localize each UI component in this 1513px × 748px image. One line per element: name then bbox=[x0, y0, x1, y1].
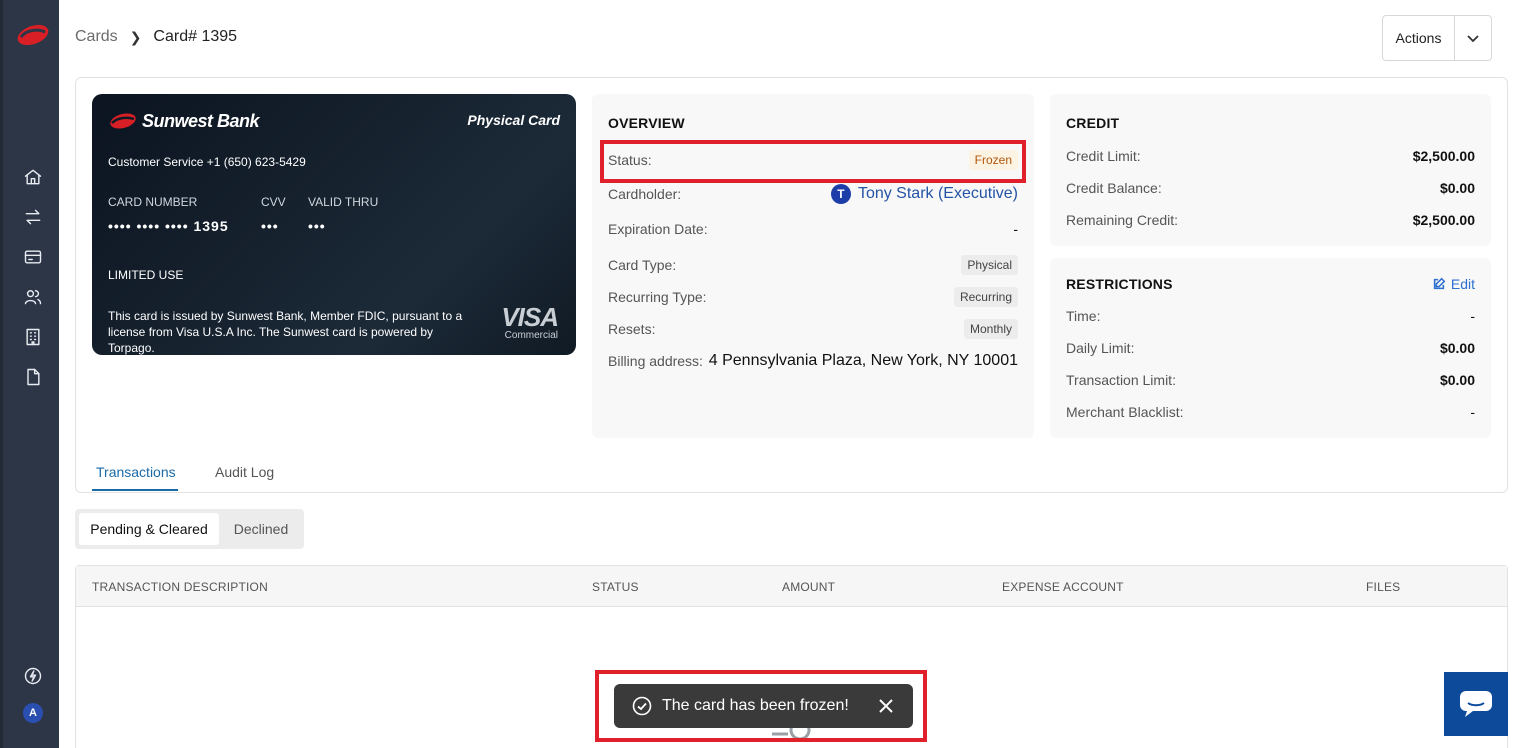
card-number-label: CARD NUMBER bbox=[108, 195, 198, 209]
restrictions-section: RESTRICTIONS Edit Time: - Daily Limit: $… bbox=[1050, 258, 1491, 438]
column-amount[interactable]: AMOUNT bbox=[782, 580, 835, 594]
table-header: TRANSACTION DESCRIPTION STATUS AMOUNT EX… bbox=[76, 566, 1507, 607]
toast-highlight bbox=[595, 670, 927, 742]
breadcrumb-cards-link[interactable]: Cards bbox=[75, 28, 118, 46]
bank-name: Sunwest Bank bbox=[142, 110, 260, 131]
credit-limit-value: $2,500.00 bbox=[1412, 148, 1475, 164]
valid-thru-label: VALID THRU bbox=[308, 195, 379, 209]
card-legal-text: This card is issued by Sunwest Bank, Mem… bbox=[108, 309, 463, 355]
visa-mark: VISA bbox=[501, 302, 559, 332]
user-avatar[interactable]: A bbox=[23, 703, 43, 723]
customer-service: Customer Service +1 (650) 623-5429 bbox=[108, 155, 306, 169]
chat-support-button[interactable] bbox=[1444, 672, 1508, 736]
card-type-row: Card Type: Physical bbox=[608, 255, 1018, 275]
visa-logo: VISA Commercial bbox=[501, 302, 559, 341]
credit-balance-row: Credit Balance: $0.00 bbox=[1066, 180, 1475, 196]
credit-section: CREDIT Credit Limit: $2,500.00 Credit Ba… bbox=[1050, 94, 1491, 246]
credit-balance-label: Credit Balance: bbox=[1066, 180, 1162, 196]
cardholder-label: Cardholder: bbox=[608, 186, 682, 202]
recurring-badge: Recurring bbox=[953, 287, 1018, 307]
card-number-value: •••• •••• •••• 1395 bbox=[108, 218, 229, 234]
transaction-limit-value: $0.00 bbox=[1439, 372, 1475, 388]
actions-dropdown[interactable]: Actions bbox=[1382, 15, 1492, 61]
daily-limit-label: Daily Limit: bbox=[1066, 340, 1135, 356]
time-label: Time: bbox=[1066, 308, 1101, 324]
merchant-blacklist-value: - bbox=[1470, 404, 1475, 420]
column-expense-account[interactable]: EXPENSE ACCOUNT bbox=[1002, 580, 1124, 594]
restrictions-title: RESTRICTIONS bbox=[1066, 276, 1173, 292]
users-icon[interactable] bbox=[22, 286, 44, 308]
chevron-right-icon: ❯ bbox=[129, 28, 142, 45]
edit-restrictions-button[interactable]: Edit bbox=[1432, 276, 1475, 292]
chat-icon bbox=[1460, 691, 1492, 717]
transaction-limit-row: Transaction Limit: $0.00 bbox=[1066, 372, 1475, 388]
cvv-value: ••• bbox=[261, 218, 279, 234]
document-icon[interactable] bbox=[22, 366, 44, 388]
usage-label: LIMITED USE bbox=[108, 268, 184, 282]
card-icon[interactable] bbox=[22, 246, 44, 268]
remaining-credit-row: Remaining Credit: $2,500.00 bbox=[1066, 212, 1475, 228]
page-title: Card# 1395 bbox=[153, 28, 238, 45]
tab-audit-log[interactable]: Audit Log bbox=[215, 464, 274, 480]
sunwest-logo-icon bbox=[110, 113, 136, 129]
merchant-blacklist-row: Merchant Blacklist: - bbox=[1066, 404, 1475, 420]
credit-limit-label: Credit Limit: bbox=[1066, 148, 1141, 164]
cardholder-name[interactable]: Tony Stark (Executive) bbox=[858, 185, 1018, 203]
home-icon[interactable] bbox=[22, 166, 44, 188]
sidebar: A bbox=[0, 0, 59, 748]
edit-icon bbox=[1433, 277, 1446, 290]
column-files[interactable]: FILES bbox=[1366, 580, 1400, 594]
card-image: Sunwest Bank Physical Card Customer Serv… bbox=[92, 94, 576, 355]
time-value: - bbox=[1470, 308, 1475, 324]
breadcrumb: Cards ❯ Card# 1395 bbox=[75, 28, 237, 46]
billing-row: Billing address: 4 Pennsylvania Plaza, N… bbox=[608, 352, 1018, 370]
filter-declined[interactable]: Declined bbox=[221, 513, 301, 545]
expiration-value: - bbox=[1013, 221, 1018, 237]
overview-title: OVERVIEW bbox=[608, 115, 685, 131]
cardholder-avatar: T bbox=[830, 184, 851, 204]
active-tab-indicator bbox=[92, 489, 178, 491]
time-row: Time: - bbox=[1066, 308, 1475, 324]
tab-transactions[interactable]: Transactions bbox=[96, 464, 176, 480]
credit-balance-value: $0.00 bbox=[1439, 180, 1475, 196]
credit-title: CREDIT bbox=[1066, 115, 1120, 131]
billing-value: 4 Pennsylvania Plaza, New York, NY 10001 bbox=[708, 352, 1018, 369]
column-description[interactable]: TRANSACTION DESCRIPTION bbox=[92, 580, 268, 594]
card-kind: Physical Card bbox=[467, 112, 560, 128]
edit-label[interactable]: Edit bbox=[1451, 276, 1475, 292]
filter-pending-cleared[interactable]: Pending & Cleared bbox=[79, 513, 219, 545]
resets-row: Resets: Monthly bbox=[608, 319, 1018, 339]
daily-limit-row: Daily Limit: $0.00 bbox=[1066, 340, 1475, 356]
actions-button[interactable]: Actions bbox=[1383, 16, 1455, 60]
daily-limit-value: $0.00 bbox=[1439, 340, 1475, 356]
status-highlight bbox=[600, 140, 1026, 183]
card-type-badge: Physical bbox=[961, 255, 1018, 275]
column-status[interactable]: STATUS bbox=[592, 580, 639, 594]
expiration-label: Expiration Date: bbox=[608, 221, 708, 237]
billing-label: Billing address: bbox=[608, 353, 703, 369]
visa-commercial: Commercial bbox=[504, 330, 558, 341]
card-type-label: Card Type: bbox=[608, 257, 677, 273]
transaction-limit-label: Transaction Limit: bbox=[1066, 372, 1176, 388]
chevron-down-icon[interactable] bbox=[1455, 16, 1491, 60]
resets-label: Resets: bbox=[608, 321, 656, 337]
transaction-filter-toggle: Pending & Cleared Declined bbox=[75, 509, 304, 549]
cardholder-link[interactable]: T Tony Stark (Executive) bbox=[830, 184, 1018, 204]
credit-limit-row: Credit Limit: $2,500.00 bbox=[1066, 148, 1475, 164]
resets-badge: Monthly bbox=[963, 319, 1018, 339]
cardholder-row: Cardholder: T Tony Stark (Executive) bbox=[608, 184, 1018, 204]
recurring-row: Recurring Type: Recurring bbox=[608, 287, 1018, 307]
remaining-credit-value: $2,500.00 bbox=[1412, 212, 1475, 228]
recurring-label: Recurring Type: bbox=[608, 289, 707, 305]
lightning-icon[interactable] bbox=[22, 665, 44, 687]
merchant-blacklist-label: Merchant Blacklist: bbox=[1066, 404, 1184, 420]
valid-thru-value: ••• bbox=[308, 218, 326, 234]
bank-logo: Sunwest Bank bbox=[108, 110, 260, 132]
remaining-credit-label: Remaining Credit: bbox=[1066, 212, 1179, 228]
sunwest-logo-icon[interactable] bbox=[15, 20, 51, 50]
transfer-icon[interactable] bbox=[22, 206, 44, 228]
building-icon[interactable] bbox=[22, 326, 44, 348]
cvv-label: CVV bbox=[261, 195, 286, 209]
expiration-row: Expiration Date: - bbox=[608, 221, 1018, 237]
